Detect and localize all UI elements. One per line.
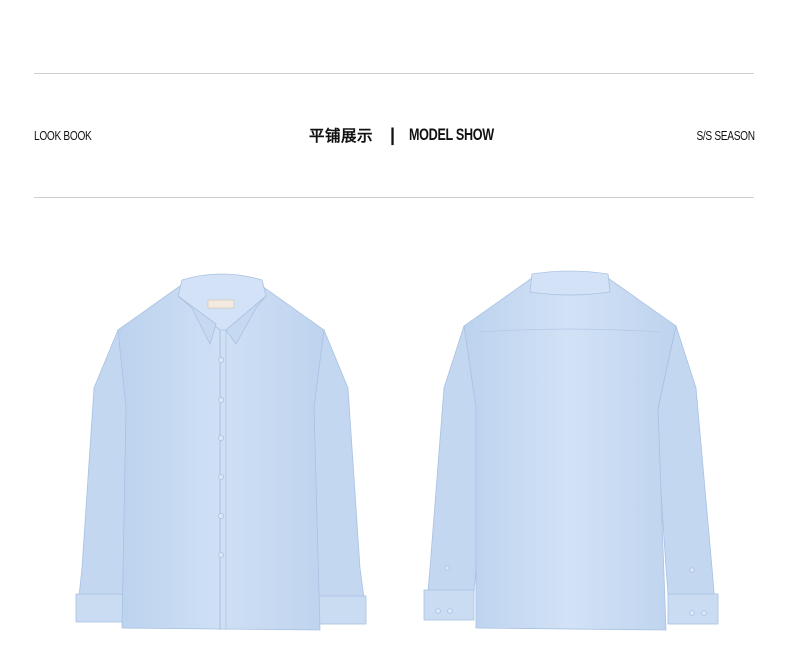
section-title: 平铺展示 | MODEL SHOW xyxy=(309,124,524,146)
section-header: LOOK BOOK 平铺展示 | MODEL SHOW S/S SEASON xyxy=(34,122,755,152)
top-divider xyxy=(34,73,754,74)
shirt-back-image xyxy=(423,270,719,631)
title-english: MODEL SHOW xyxy=(409,125,494,144)
title-chinese: 平铺展示 xyxy=(309,127,374,145)
look-book-label: LOOK BOOK xyxy=(34,128,92,143)
season-label: S/S SEASON xyxy=(696,128,756,143)
shirt-front-image xyxy=(75,273,367,631)
title-separator: | xyxy=(390,124,396,145)
bottom-divider xyxy=(34,197,754,198)
